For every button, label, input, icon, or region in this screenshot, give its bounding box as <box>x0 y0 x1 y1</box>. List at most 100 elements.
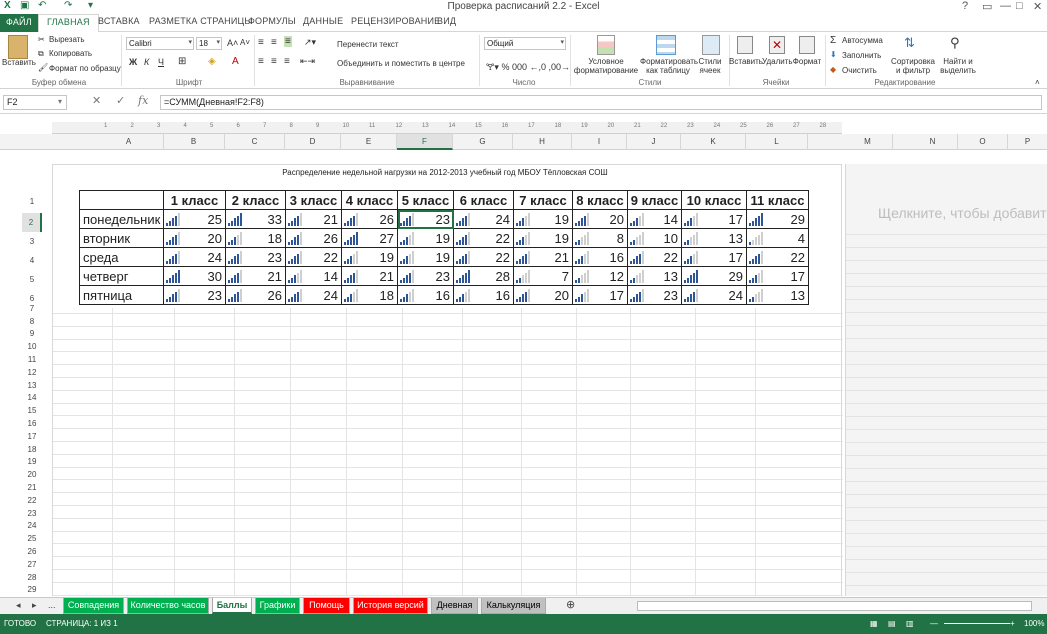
value-cell[interactable]: 18 <box>225 228 286 248</box>
conditional-formatting-button[interactable]: Условное форматирование <box>572 57 640 75</box>
row-header-23[interactable]: 23 <box>22 507 42 520</box>
find-select-button[interactable]: Найти и выделить <box>936 57 980 75</box>
value-cell[interactable]: 16 <box>572 247 628 267</box>
row-header-21[interactable]: 21 <box>22 481 42 494</box>
row-header-12[interactable]: 12 <box>22 366 42 379</box>
column-header-h[interactable]: H <box>513 134 572 150</box>
value-cell[interactable]: 29 <box>681 266 747 286</box>
column-header-l[interactable]: L <box>746 134 808 150</box>
horizontal-scrollbar[interactable] <box>637 601 1032 611</box>
value-cell[interactable]: 29 <box>746 209 809 229</box>
value-cell[interactable]: 25 <box>163 209 226 229</box>
format-painter-button[interactable]: Формат по образцу <box>49 64 121 73</box>
insert-function-button[interactable]: fx <box>138 94 148 107</box>
value-cell[interactable]: 24 <box>681 285 747 305</box>
value-cell[interactable]: 22 <box>285 247 342 267</box>
borders-icon[interactable]: ⊞ <box>178 56 186 67</box>
row-header-5[interactable]: 5 <box>22 270 42 289</box>
row-header-13[interactable]: 13 <box>22 379 42 392</box>
row-header-27[interactable]: 27 <box>22 558 42 571</box>
row-header-16[interactable]: 16 <box>22 417 42 430</box>
name-box-dropdown-icon[interactable]: ▾ <box>58 97 62 106</box>
more-sheets-icon[interactable]: ... <box>48 600 56 610</box>
class-header[interactable]: 1 класс <box>163 190 226 210</box>
column-header-p[interactable]: P <box>1008 134 1047 150</box>
value-cell[interactable]: 21 <box>341 266 398 286</box>
shrink-font-icon[interactable]: A˅ <box>240 38 250 47</box>
fill-color-icon[interactable]: ◈ <box>208 56 216 67</box>
minimize-icon[interactable]: — <box>1000 0 1011 12</box>
value-cell[interactable]: 22 <box>453 247 514 267</box>
cut-button[interactable]: Вырезать <box>49 35 85 44</box>
enter-icon[interactable]: ✓ <box>116 94 125 107</box>
value-cell[interactable]: 24 <box>453 209 514 229</box>
value-cell[interactable]: 17 <box>572 285 628 305</box>
page-break-view-icon[interactable]: ▥ <box>906 619 914 628</box>
clear-icon[interactable]: ◆ <box>830 65 836 74</box>
value-cell[interactable]: 21 <box>513 247 573 267</box>
column-header-n[interactable]: N <box>908 134 958 150</box>
row-header-28[interactable]: 28 <box>22 571 42 584</box>
row-header-4[interactable]: 4 <box>22 251 42 270</box>
row-header-3[interactable]: 3 <box>22 232 42 251</box>
prev-sheet-icon[interactable]: ◂ <box>16 600 21 611</box>
sheet-tab[interactable]: Калькуляция <box>481 598 546 614</box>
column-header-c[interactable]: C <box>225 134 285 150</box>
row-header-26[interactable]: 26 <box>22 545 42 558</box>
class-header[interactable]: 10 класс <box>681 190 747 210</box>
column-header-a[interactable]: A <box>94 134 164 150</box>
autosum-button[interactable]: Автосумма <box>842 36 883 45</box>
value-cell[interactable]: 14 <box>285 266 342 286</box>
row-header-14[interactable]: 14 <box>22 391 42 404</box>
tab-insert[interactable]: ВСТАВКА <box>98 16 140 26</box>
row-header-7[interactable]: 7 <box>22 302 42 315</box>
sheet-tab[interactable]: Графики <box>255 598 300 614</box>
value-cell[interactable]: 23 <box>163 285 226 305</box>
value-cell[interactable]: 22 <box>627 247 682 267</box>
row-header-10[interactable]: 10 <box>22 340 42 353</box>
day-cell[interactable]: вторник <box>79 228 164 248</box>
tab-review[interactable]: РЕЦЕНЗИРОВАНИЕ <box>351 16 440 26</box>
value-cell[interactable]: 24 <box>163 247 226 267</box>
class-header[interactable]: 4 класс <box>341 190 398 210</box>
value-cell[interactable]: 7 <box>513 266 573 286</box>
value-cell[interactable]: 18 <box>341 285 398 305</box>
cut-icon[interactable]: ✂ <box>38 35 45 44</box>
number-format-dropdown[interactable]: Общий ▾ <box>484 37 566 50</box>
sort-filter-button[interactable]: Сортировка и фильтр <box>890 57 936 75</box>
value-cell[interactable]: 13 <box>681 228 747 248</box>
column-header-e[interactable]: E <box>341 134 397 150</box>
day-cell[interactable]: среда <box>79 247 164 267</box>
row-header-15[interactable]: 15 <box>22 404 42 417</box>
value-cell[interactable]: 26 <box>285 228 342 248</box>
page-layout-view-icon[interactable]: ▤ <box>888 619 896 628</box>
day-cell[interactable]: четверг <box>79 266 164 286</box>
bold-button[interactable]: Ж <box>129 57 137 67</box>
value-cell[interactable]: 19 <box>513 209 573 229</box>
click-to-add-placeholder[interactable]: Щелкните, чтобы добавит <box>878 205 1047 221</box>
normal-view-icon[interactable]: ▦ <box>870 619 878 628</box>
value-cell[interactable]: 22 <box>453 228 514 248</box>
value-cell[interactable]: 19 <box>397 247 454 267</box>
zoom-in-icon[interactable]: + <box>1010 619 1015 628</box>
insert-cells-button[interactable]: Вставить <box>729 57 763 66</box>
value-cell[interactable]: 30 <box>163 266 226 286</box>
autosum-icon[interactable]: Σ <box>830 35 836 46</box>
class-header[interactable]: 11 класс <box>746 190 809 210</box>
value-cell[interactable]: 23 <box>627 285 682 305</box>
sheet-tab[interactable]: Баллы <box>212 598 252 614</box>
row-header-1[interactable]: 1 <box>22 192 42 212</box>
row-header-18[interactable]: 18 <box>22 443 42 456</box>
row-header-20[interactable]: 20 <box>22 468 42 481</box>
value-cell[interactable]: 16 <box>397 285 454 305</box>
column-header-k[interactable]: K <box>681 134 746 150</box>
value-cell[interactable]: 22 <box>746 247 809 267</box>
value-cell[interactable]: 23 <box>397 209 454 229</box>
row-header-9[interactable]: 9 <box>22 327 42 340</box>
table-corner-cell[interactable] <box>79 190 164 210</box>
align-left-icon[interactable]: ≡ <box>258 56 264 67</box>
sheet-tab[interactable]: Дневная <box>431 598 478 614</box>
font-name-dropdown[interactable]: Calibri ▾ <box>126 37 194 50</box>
column-header-o[interactable]: O <box>958 134 1008 150</box>
fill-icon[interactable]: ⬇ <box>830 50 837 59</box>
